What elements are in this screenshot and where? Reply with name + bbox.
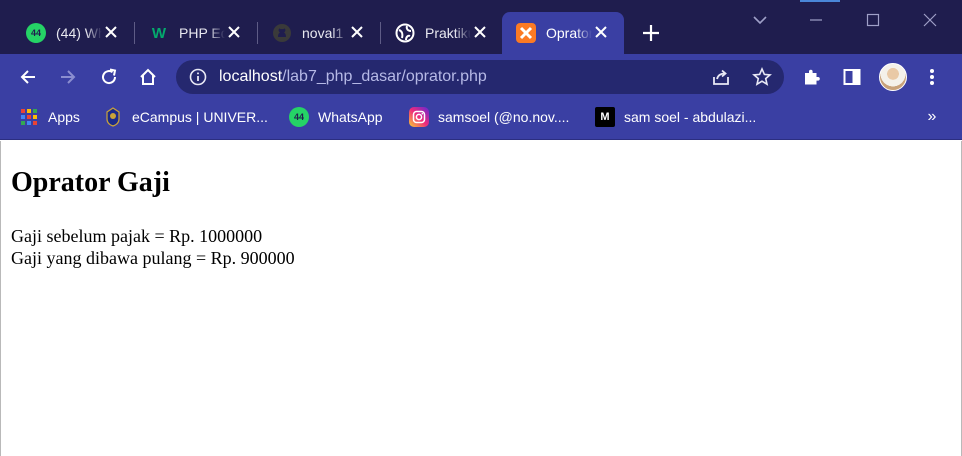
whatsapp-icon: 44 [289, 107, 309, 127]
tab-php-editor[interactable]: W PHP Editor [135, 12, 257, 54]
medium-icon: M [595, 107, 615, 127]
tab-label: Praktikum [425, 25, 471, 41]
close-icon[interactable] [471, 23, 489, 41]
reload-button[interactable] [95, 63, 123, 91]
bookmark-medium[interactable]: M sam soel - abdulazi... [595, 107, 756, 127]
bookmark-label: samsoel (@no.nov.... [438, 109, 570, 125]
bookmark-apps[interactable]: Apps [19, 107, 80, 127]
bookmark-label: Apps [48, 109, 80, 125]
browser-toolbar: localhost/lab7_php_dasar/oprator.php [0, 54, 962, 100]
tab-oprator[interactable]: Oprator [502, 12, 624, 54]
bookmark-ecampus[interactable]: eCampus | UNIVER... [103, 107, 268, 127]
tab-whatsapp[interactable]: 44 (44) WhatsApp [12, 12, 134, 54]
url-path: /lab7_php_dasar/oprator.php [282, 68, 487, 85]
url-text[interactable]: localhost/lab7_php_dasar/oprator.php [219, 68, 487, 86]
github-icon [272, 23, 292, 43]
xampp-icon [516, 23, 536, 43]
share-icon [713, 69, 729, 85]
bookmarks-bar: Apps eCampus | UNIVER... 44 WhatsApp sam… [0, 100, 962, 140]
home-icon [140, 68, 156, 85]
close-icon[interactable] [225, 23, 243, 41]
arrow-left-icon [20, 70, 35, 84]
bookmark-label: eCampus | UNIVER... [132, 109, 268, 125]
apps-grid-icon [19, 107, 39, 127]
arrow-right-icon [61, 70, 76, 84]
maximize-button[interactable] [861, 8, 885, 32]
bookmark-whatsapp[interactable]: 44 WhatsApp [289, 107, 383, 127]
profile-avatar[interactable] [879, 63, 907, 91]
close-icon[interactable] [348, 23, 366, 41]
back-button[interactable] [14, 63, 42, 91]
extensions-button[interactable] [798, 63, 826, 91]
reload-icon [102, 68, 117, 85]
page-content: Oprator Gaji Gaji sebelum pajak = Rp. 10… [0, 141, 962, 456]
url-host: localhost [219, 68, 283, 85]
bookmark-star-button[interactable] [751, 66, 773, 88]
salary-before-tax-text: Gaji sebelum pajak = Rp. 1000000 [11, 226, 263, 246]
bookmark-label: sam soel - abdulazi... [624, 109, 757, 125]
side-panel-button[interactable] [838, 63, 866, 91]
page-title: Oprator Gaji [11, 167, 170, 198]
close-icon[interactable] [102, 23, 120, 41]
take-home-salary-text: Gaji yang dibawa pulang = Rp. 900000 [11, 248, 295, 268]
menu-button[interactable] [918, 63, 946, 91]
window-accent [800, 0, 840, 2]
tab-search-button[interactable] [748, 8, 772, 32]
tab-label: Oprator [546, 25, 592, 41]
address-bar[interactable]: localhost/lab7_php_dasar/oprator.php [176, 60, 784, 94]
info-icon[interactable] [188, 67, 208, 87]
share-button[interactable] [710, 66, 732, 88]
tab-praktikum[interactable]: Praktikum [381, 12, 503, 54]
puzzle-icon [805, 69, 820, 85]
plus-icon [643, 25, 659, 41]
maximize-icon [866, 13, 880, 27]
star-icon [752, 67, 772, 86]
close-icon [923, 13, 937, 27]
minimize-button[interactable] [804, 8, 828, 32]
tab-strip: 44 (44) WhatsApp W PHP Editor noval1 [0, 0, 962, 54]
forward-button[interactable] [54, 63, 82, 91]
minimize-icon [810, 19, 822, 21]
new-tab-button[interactable] [638, 20, 664, 46]
close-window-button[interactable] [918, 8, 942, 32]
whatsapp-icon: 44 [26, 23, 46, 43]
tab-label: noval1 [302, 25, 344, 41]
home-button[interactable] [134, 63, 162, 91]
tab-label: PHP Editor [179, 25, 225, 41]
side-panel-icon [843, 69, 861, 85]
bookmarks-overflow-button[interactable]: » [922, 107, 942, 127]
globe-icon [395, 23, 415, 43]
bookmark-instagram[interactable]: samsoel (@no.nov.... [409, 107, 569, 127]
instagram-icon [409, 107, 429, 127]
close-icon[interactable] [592, 23, 610, 41]
more-vertical-icon [930, 69, 934, 85]
tab-github[interactable]: noval1 [258, 12, 380, 54]
tab-label: (44) WhatsApp [56, 25, 102, 41]
chevron-down-icon [753, 16, 767, 25]
bookmark-label: WhatsApp [318, 109, 383, 125]
ecampus-icon [103, 107, 123, 127]
w3schools-icon: W [151, 24, 167, 42]
